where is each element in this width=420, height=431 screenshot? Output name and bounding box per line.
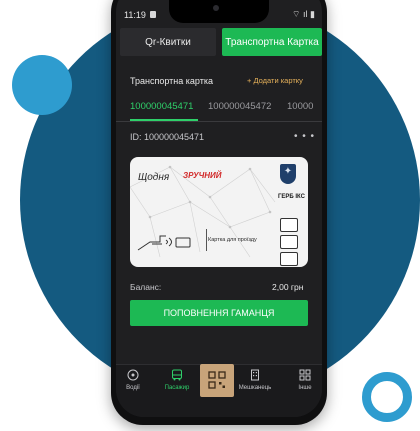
section-title: Транспортна картка: [130, 76, 213, 86]
nav-driver[interactable]: Водії: [116, 369, 150, 391]
tram-icon: [280, 235, 298, 249]
tab-qr-tickets[interactable]: Qr-Квитки: [120, 28, 216, 56]
add-card-link[interactable]: + Додати картку: [247, 76, 303, 85]
card-id: ID: 100000045471: [130, 132, 205, 142]
city-logo: ГЕРБ ІКС: [278, 194, 305, 200]
nav-driver-label: Водії: [126, 385, 140, 391]
bus-nav-icon: [172, 369, 182, 381]
card-tab-1[interactable]: 100000045471: [130, 101, 193, 112]
nav-resident-label: Мешканець: [238, 385, 272, 391]
phone-screen: 11:19 ⌔ ıl ▮ Qr-Квитки Транспортна Картк…: [116, 0, 322, 417]
balance-label: Баланс:: [130, 282, 162, 292]
more-icon[interactable]: • • •: [294, 131, 315, 142]
metro-icon: [280, 252, 298, 266]
card-brand-highlight: ЗРУЧНИЙ: [183, 171, 222, 180]
qr-code-icon: [208, 371, 226, 389]
notch: [169, 0, 269, 23]
emblem-mark-icon: ✦: [283, 166, 293, 177]
signal-icon: ⌔ ıl ▮: [292, 9, 315, 19]
card-divider: [206, 229, 207, 251]
tabs-divider: [116, 121, 322, 122]
grid-icon: [299, 369, 311, 381]
card-tab-3[interactable]: 10000: [287, 101, 313, 112]
balance-value: 2,00 грн: [272, 282, 304, 292]
status-bar: 11:19 ⌔ ıl ▮: [116, 0, 322, 24]
sim-icon: [150, 11, 156, 18]
tab-transport-card[interactable]: Транспортна Картка: [222, 28, 322, 56]
nav-more[interactable]: Інше: [288, 369, 322, 391]
transport-card-image: Щодня ЗРУЧНИЙ Картка для проїзду ✦ ГЕРБ …: [130, 157, 308, 267]
bus-icon: [280, 218, 298, 232]
bottom-nav: Водії Пасажир Мешканець Інше: [116, 364, 322, 417]
card-brand-text: Щодня: [138, 172, 170, 183]
decor-circle: [12, 55, 72, 115]
card-tab-2[interactable]: 100000045472: [208, 101, 271, 112]
nav-passenger-label: Пасажир: [164, 385, 190, 391]
qr-scan-button[interactable]: [200, 364, 234, 397]
nav-resident[interactable]: Мешканець: [238, 369, 272, 391]
nav-more-label: Інше: [298, 385, 312, 391]
tap-card-icon: [137, 235, 191, 251]
steering-wheel-icon: [127, 369, 139, 381]
building-icon: [251, 369, 259, 381]
decor-ring: [362, 372, 412, 422]
nav-passenger[interactable]: Пасажир: [160, 369, 194, 391]
topup-wallet-button[interactable]: ПОПОВНЕННЯ ГАМАНЦЯ: [130, 300, 308, 326]
camera-icon: [213, 5, 219, 11]
status-time: 11:19: [124, 10, 146, 20]
card-caption: Картка для проїзду: [208, 237, 257, 243]
